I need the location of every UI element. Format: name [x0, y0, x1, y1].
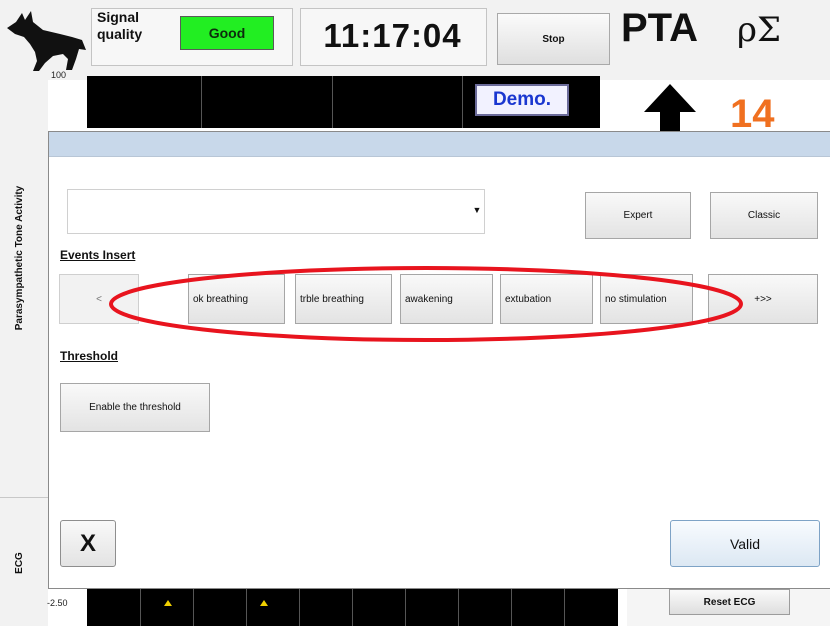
- event-select[interactable]: [67, 189, 485, 234]
- stop-button[interactable]: Stop: [497, 13, 610, 65]
- y-axis-max-label: 100: [51, 70, 67, 80]
- clock-display: 11:17:04: [323, 17, 462, 54]
- dropdown-arrow-icon[interactable]: ▼: [472, 205, 482, 215]
- valid-button[interactable]: Valid: [670, 520, 820, 567]
- chart-gridline: [405, 589, 406, 626]
- event-marker-icon: [260, 600, 268, 606]
- chart-gridline: [511, 589, 512, 626]
- trend-value: 14: [730, 92, 775, 136]
- threshold-heading: Threshold: [60, 349, 119, 363]
- event-ok-breathing-button[interactable]: ok breathing: [188, 274, 285, 324]
- events-insert-heading: Events Insert: [60, 248, 136, 262]
- chart-gridline: [352, 589, 353, 626]
- reset-ecg-button[interactable]: Reset ECG: [669, 589, 790, 615]
- demo-badge: Demo.: [475, 84, 569, 116]
- parasympathetic-tone-activity-label: Parasympathetic Tone Activity: [14, 185, 25, 331]
- signal-quality-indicator: Good: [180, 16, 274, 50]
- chart-gridline: [246, 589, 247, 626]
- event-marker-icon: [164, 600, 172, 606]
- event-no-stimulation-button[interactable]: no stimulation: [600, 274, 693, 324]
- rho-sigma-symbol: ρΣ: [737, 10, 782, 50]
- chart-gridline: [140, 589, 141, 626]
- classic-button[interactable]: Classic: [710, 192, 818, 239]
- events-next-button[interactable]: +>>: [708, 274, 818, 324]
- left-panel-divider: [0, 497, 48, 498]
- chart-gridline: [299, 589, 300, 626]
- chart-gridline: [201, 76, 202, 128]
- chart-gridline: [458, 589, 459, 626]
- event-awakening-button[interactable]: awakening: [400, 274, 493, 324]
- ecg-chart-area: [87, 589, 618, 626]
- expert-button[interactable]: Expert: [585, 192, 691, 239]
- event-trble-breathing-button[interactable]: trble breathing: [295, 274, 392, 324]
- app-title: PTA: [621, 6, 699, 50]
- event-extubation-button[interactable]: extubation: [500, 274, 593, 324]
- ecg-side-label: ECG: [14, 552, 25, 574]
- chart-gridline: [193, 589, 194, 626]
- close-dialog-button[interactable]: X: [60, 520, 116, 567]
- events-previous-button[interactable]: <: [59, 274, 139, 324]
- signal-quality-label: Signal quality: [97, 9, 143, 42]
- enable-threshold-button[interactable]: Enable the threshold: [60, 383, 210, 432]
- up-arrow-icon: [644, 84, 696, 132]
- y-axis-min-label: -2.50: [47, 598, 68, 608]
- chart-gridline: [564, 589, 565, 626]
- chart-gridline: [332, 76, 333, 128]
- chart-gridline: [462, 76, 463, 128]
- dog-silhouette-icon: [7, 11, 86, 71]
- dialog-title-bar[interactable]: [49, 132, 830, 157]
